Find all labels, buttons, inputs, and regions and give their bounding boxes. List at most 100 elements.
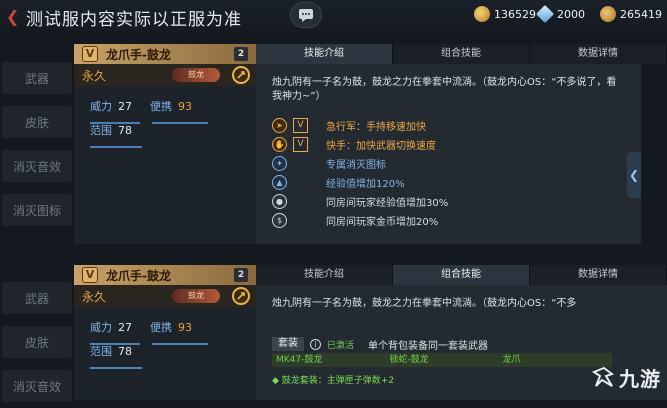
range-value: 78 — [118, 344, 132, 358]
voucher-icon — [600, 6, 616, 22]
weapon-card-header: V 龙爪手-鼓龙 2 — [74, 44, 256, 64]
quick-hand-icon: ✋ — [272, 137, 287, 152]
nav-skin-2[interactable]: 皮肤 — [0, 320, 74, 364]
set-item: 锁蛇-鼓龙 — [389, 355, 429, 365]
kill-icon-icon: ✦ — [272, 156, 287, 171]
set-bonus-box: 套装 i 已激活 单个背包装备同一套装武器 MK47-鼓龙 锁蛇-鼓龙 龙爪 ◆… — [272, 337, 612, 386]
medal-icon[interactable] — [232, 66, 250, 84]
weapon-card: V 龙爪手-鼓龙 2 永久 鼓龙 威力 27 便携 93 范围 78 — [74, 44, 256, 244]
team-gold-icon: $ — [272, 213, 287, 228]
power-bar — [90, 343, 140, 345]
weapon-description: 烛九阴有一子名为鼓，鼓龙之力在拳套中流淌。（鼓龙内心OS：“不多 — [272, 298, 577, 309]
weapon-description: 烛九阴有一子名为鼓，鼓龙之力在拳套中流淌。（鼓龙内心OS：“不多说了，看我神力~… — [272, 77, 617, 102]
test-server-notice: 测试服内容实际以正服为准 — [26, 10, 242, 30]
diamond-icon — [535, 4, 555, 24]
perk-item: ✋ V 快手：加快武器切换速度 — [272, 135, 625, 154]
perk-item: ➤ V 急行军：手持移速加快 — [272, 116, 625, 135]
skin-badge: 鼓龙 — [172, 289, 220, 303]
carry-value: 93 — [178, 320, 192, 334]
carry-label: 便携 — [150, 100, 172, 113]
weapon-name: 龙爪手-鼓龙 — [106, 47, 171, 62]
range-value: 78 — [118, 123, 132, 137]
skill-tabs: 技能介绍 组合技能 数据详情 — [256, 44, 667, 64]
nav-skin[interactable]: 皮肤 — [0, 100, 74, 144]
power-bar — [90, 122, 140, 124]
power-value: 27 — [118, 320, 132, 334]
vip-icon: V — [82, 46, 98, 62]
nav-kill-sound[interactable]: 消灭音效 — [0, 144, 74, 188]
duration-row: 永久 鼓龙 — [74, 285, 256, 307]
chat-button[interactable] — [290, 2, 322, 28]
perk-list: ➤ V 急行军：手持移速加快 ✋ V 快手：加快武器切换速度 ✦ 专属消灭图标 … — [272, 116, 625, 230]
nav-kill-icon[interactable]: 消灭图标 — [0, 188, 74, 232]
weapon-panel-1: V 龙爪手-鼓龙 2 永久 鼓龙 威力 27 便携 93 范围 78 技能介绍 组合技… — [74, 44, 667, 244]
weapon-panel-2: V 龙爪手-鼓龙 2 永久 鼓龙 威力 27 便携 93 范围 78 技能介绍 组合技… — [74, 265, 667, 400]
vip-icon: V — [293, 118, 308, 133]
nav-weapon[interactable]: 武器 — [0, 56, 74, 100]
skill-content: 烛九阴有一子名为鼓，鼓龙之力在拳套中流淌。（鼓龙内心OS：“不多说了，看我神力~… — [256, 64, 641, 244]
top-bar: ❮ 测试服内容实际以正服为准 136529 2000 265419 — [0, 0, 667, 34]
gold-amount: 136529 — [494, 7, 536, 21]
nav-kill-sound-2[interactable]: 消灭音效 — [0, 364, 74, 408]
side-nav-bottom: 武器 皮肤 消灭音效 — [0, 276, 74, 408]
vip-icon: V — [82, 267, 98, 283]
level-badge: 2 — [234, 268, 248, 282]
vip-icon: V — [293, 137, 308, 152]
tab-data-detail[interactable]: 数据详情 — [530, 265, 667, 285]
weapon-name: 龙爪手-鼓龙 — [106, 268, 171, 283]
weapon-stats: 威力 27 便携 93 范围 78 — [74, 86, 256, 142]
range-bar — [90, 367, 142, 369]
medal-icon[interactable] — [232, 287, 250, 305]
side-nav-top: 武器 皮肤 消灭音效 消灭图标 — [0, 56, 74, 232]
power-label: 威力 — [90, 321, 112, 334]
duration-label: 永久 — [82, 289, 107, 304]
diamond-amount: 2000 — [557, 7, 585, 21]
carry-value: 93 — [178, 99, 192, 113]
diamond-currency[interactable]: 2000 — [535, 4, 585, 24]
carry-bar — [152, 343, 208, 345]
tab-combo-skill[interactable]: 组合技能 — [393, 265, 530, 285]
team-exp-icon: ● — [272, 194, 287, 209]
range-label: 范围 — [90, 345, 112, 358]
nav-weapon-2[interactable]: 武器 — [0, 276, 74, 320]
tab-skill-intro[interactable]: 技能介绍 — [256, 44, 393, 64]
watermark: 九游 — [592, 363, 661, 392]
weapon-card-header: V 龙爪手-鼓龙 2 — [74, 265, 256, 285]
voucher-currency[interactable]: 265419 — [600, 6, 662, 22]
tab-combo-skill[interactable]: 组合技能 — [393, 44, 530, 64]
chat-icon — [299, 9, 313, 22]
chevron-left-icon[interactable]: ❮ — [627, 152, 641, 198]
voucher-amount: 265419 — [620, 7, 662, 21]
gold-currency[interactable]: 136529 — [474, 6, 536, 22]
perk-item: $ 同房间玩家金币增加20% — [272, 211, 625, 230]
duration-label: 永久 — [82, 68, 107, 83]
set-bonus-text: ◆ 鼓龙套装：主弹匣子弹数+2 — [272, 376, 395, 386]
range-bar — [90, 146, 142, 148]
set-hint: 单个背包装备同一套装武器 — [368, 340, 489, 352]
set-status: 已激活 — [327, 340, 355, 351]
perk-item: ● 同房间玩家经验值增加30% — [272, 192, 625, 211]
exp-icon: ▲ — [272, 175, 287, 190]
power-label: 威力 — [90, 100, 112, 113]
set-items-row: MK47-鼓龙 锁蛇-鼓龙 龙爪 — [272, 353, 612, 367]
skin-badge: 鼓龙 — [172, 68, 220, 82]
set-label: 套装 — [272, 337, 304, 351]
weapon-card: V 龙爪手-鼓龙 2 永久 鼓龙 威力 27 便携 93 范围 78 — [74, 265, 256, 400]
carry-bar — [152, 122, 208, 124]
nine-game-logo-icon — [592, 366, 615, 387]
skill-tabs: 技能介绍 组合技能 数据详情 — [256, 265, 667, 285]
tab-data-detail[interactable]: 数据详情 — [530, 44, 667, 64]
bullet-icon: ◆ — [272, 376, 282, 386]
perk-item: ▲ 经验值增加120% — [272, 173, 625, 192]
perk-item: ✦ 专属消灭图标 — [272, 154, 625, 173]
back-icon[interactable]: ❮ — [6, 8, 22, 26]
set-item: MK47-鼓龙 — [276, 355, 323, 365]
info-icon[interactable]: i — [310, 338, 321, 350]
weapon-stats: 威力 27 便携 93 范围 78 — [74, 307, 256, 363]
tab-skill-intro[interactable]: 技能介绍 — [256, 265, 393, 285]
duration-row: 永久 鼓龙 — [74, 64, 256, 86]
carry-label: 便携 — [150, 321, 172, 334]
sprint-icon: ➤ — [272, 118, 287, 133]
power-value: 27 — [118, 99, 132, 113]
range-label: 范围 — [90, 124, 112, 137]
